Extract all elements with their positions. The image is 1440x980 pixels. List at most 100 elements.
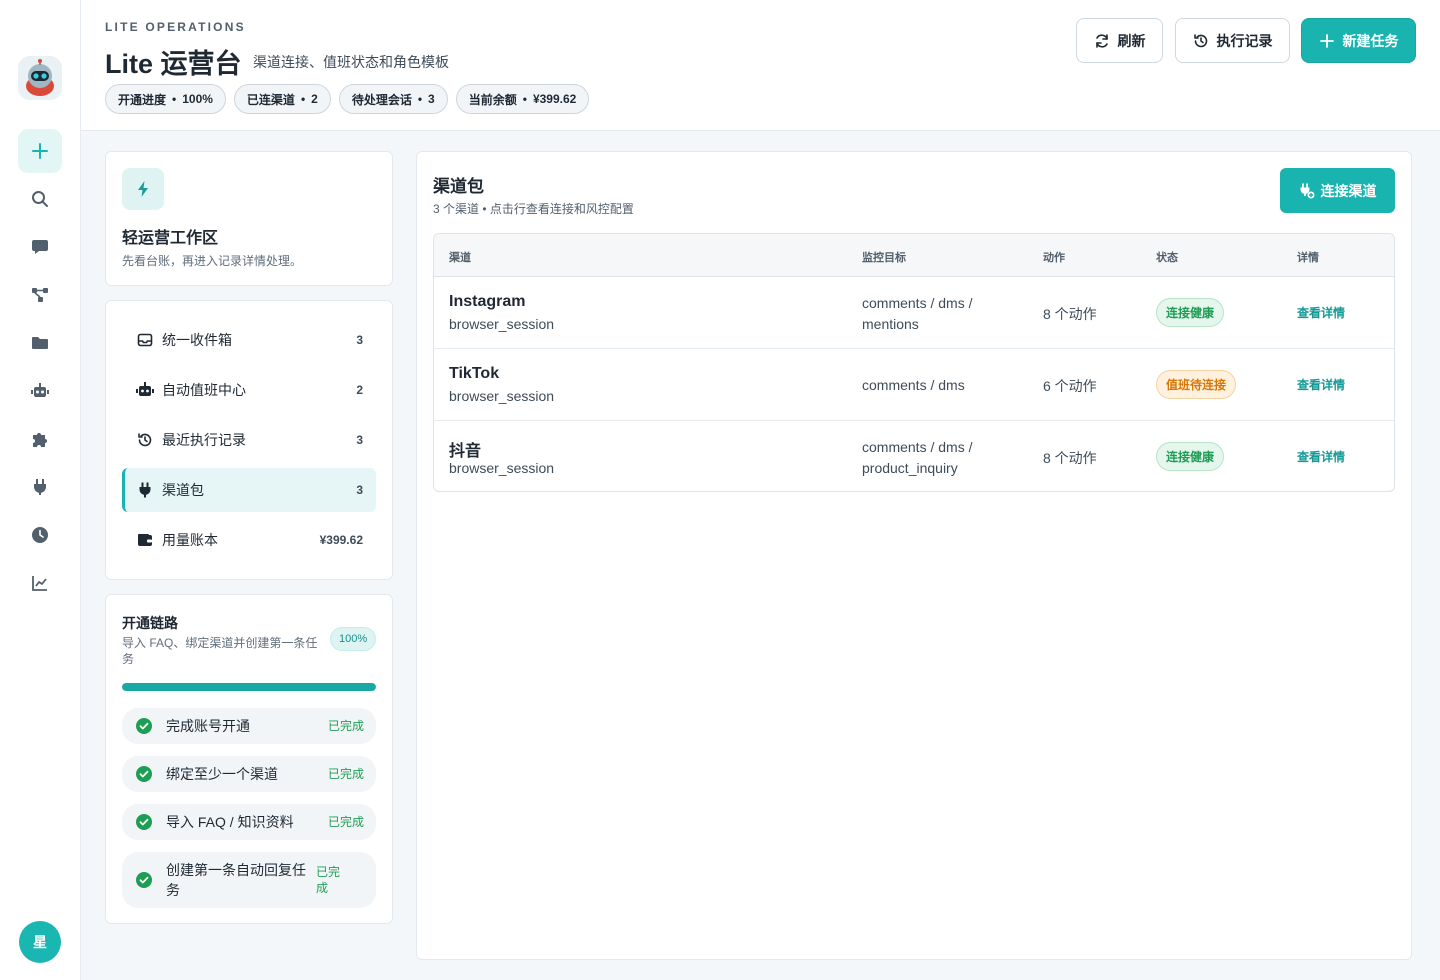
page-header: LITE OPERATIONS Lite 运营台 渠道连接、值班状态和角色模板 … [81, 0, 1440, 131]
channel-actions: 8 个动作 [1043, 450, 1097, 466]
channel-type: browser_session [449, 388, 555, 404]
nav-item-inbox[interactable]: 统一收件箱 3 [122, 318, 376, 362]
check-circle-icon [136, 766, 152, 782]
nav-item-count: 3 [356, 483, 363, 497]
chip-pending: 待处理会话 • 3 [338, 84, 448, 114]
channel-name: TikTok [449, 365, 500, 382]
column-header-target: 监控目标 [862, 252, 906, 264]
step-status: 已完成 [327, 767, 364, 781]
plus-icon [1319, 33, 1334, 48]
column-header-channel: 渠道 [449, 252, 471, 264]
plug-add-icon [1300, 183, 1314, 198]
puzzle-icon[interactable] [18, 417, 62, 461]
panel-subtitle: 3 个渠道 • 点击行查看连接和风控配置 [433, 202, 634, 216]
nav-item-count: 3 [356, 433, 363, 447]
nav-card: 统一收件箱 3 自动值班中心 2 最近执行记录 3 渠道包 3 用量账本 ¥39… [105, 300, 393, 580]
column-header-actions: 动作 [1043, 252, 1065, 264]
chart-icon[interactable] [18, 561, 62, 605]
check-circle-icon [136, 872, 152, 888]
step-label: 完成账号开通 [166, 718, 250, 734]
nav-item-label: 渠道包 [162, 482, 204, 498]
search-icon[interactable] [18, 177, 62, 221]
connect-channel-button[interactable]: 连接渠道 [1280, 168, 1395, 213]
step-label: 创建第一条自动回复任务 [166, 862, 306, 898]
step-status: 已完成 [327, 815, 364, 829]
plug-icon[interactable] [18, 465, 62, 509]
history-icon [136, 431, 154, 449]
nav-item-label: 自动值班中心 [162, 382, 246, 398]
onboarding-title: 开通链路 [122, 615, 178, 631]
flow-icon[interactable] [18, 273, 62, 317]
avatar[interactable]: 星 [19, 921, 61, 963]
page-title: Lite 运营台 [105, 49, 242, 79]
view-details-link[interactable]: 查看详情 [1297, 376, 1345, 393]
new-task-button[interactable]: 新建任务 [1301, 18, 1416, 63]
robot-logo-icon[interactable] [18, 56, 62, 100]
view-details-link[interactable]: 查看详情 [1297, 448, 1345, 465]
onboarding-card: 开通链路 导入 FAQ、绑定渠道并创建第一条任务 100% 完成账号开通 已完成… [105, 594, 393, 924]
chip-progress: 开通进度 • 100% [105, 84, 226, 114]
nav-item-count: 2 [356, 383, 363, 397]
nav-item-channels[interactable]: 渠道包 3 [122, 468, 376, 512]
folder-icon[interactable] [18, 321, 62, 365]
panel-title: 渠道包 [433, 177, 484, 196]
workspace-subtitle: 先看台账，再进入记录详情处理。 [122, 254, 303, 268]
refresh-icon [1095, 33, 1108, 48]
step-label: 绑定至少一个渠道 [166, 766, 278, 782]
header-kicker: LITE OPERATIONS [105, 20, 246, 34]
status-badge: 值班待连接 [1156, 370, 1237, 399]
bolt-icon [122, 168, 164, 210]
channels-panel: 渠道包 3 个渠道 • 点击行查看连接和风控配置 连接渠道 渠道 监控目标 动作… [416, 151, 1412, 960]
onboarding-step: 创建第一条自动回复任务 已完成 [122, 852, 376, 908]
column-header-status: 状态 [1156, 252, 1178, 264]
onboarding-progress-bar [122, 683, 376, 691]
nav-item-label: 最近执行记录 [162, 432, 246, 448]
page-subtitle: 渠道连接、值班状态和角色模板 [253, 54, 449, 70]
plug-icon [136, 481, 154, 499]
history-icon [1193, 33, 1207, 47]
icon-rail: 星 [0, 0, 81, 980]
chat-icon[interactable] [18, 225, 62, 269]
onboarding-step: 绑定至少一个渠道 已完成 [122, 756, 376, 792]
summary-chips: 开通进度 • 100% 已连渠道 • 2 待处理会话 • 3 当前余额 • ¥399.62 [105, 84, 590, 114]
history-button[interactable]: 执行记录 [1175, 18, 1290, 63]
channel-name: Instagram [449, 293, 526, 310]
onboarding-percent-badge: 100% [330, 627, 377, 651]
nav-item-label: 统一收件箱 [162, 332, 232, 348]
check-circle-icon [136, 718, 152, 734]
nav-item-usage[interactable]: 用量账本 ¥399.62 [122, 518, 376, 562]
check-circle-icon [136, 814, 152, 830]
plus-icon[interactable] [18, 129, 62, 173]
table-row[interactable]: TikTok browser_session comments / dms 6 … [434, 349, 1394, 421]
view-details-link[interactable]: 查看详情 [1297, 304, 1345, 321]
channels-table: 渠道 监控目标 动作 状态 详情 Instagram browser_sessi… [433, 233, 1395, 492]
bot-icon[interactable] [18, 369, 62, 413]
workspace-title: 轻运营工作区 [122, 230, 219, 247]
progress-fill [122, 683, 376, 691]
table-row[interactable]: Instagram browser_session comments / dms… [434, 277, 1394, 349]
refresh-button[interactable]: 刷新 [1076, 18, 1163, 63]
channel-target: comments / dms / mentions [862, 295, 973, 332]
nav-item-history[interactable]: 最近执行记录 3 [122, 418, 376, 462]
column-header-details: 详情 [1297, 252, 1319, 264]
channel-actions: 6 个动作 [1043, 378, 1097, 394]
chip-balance: 当前余额 • ¥399.62 [455, 84, 590, 114]
nav-item-autoduty[interactable]: 自动值班中心 2 [122, 368, 376, 412]
step-status: 已完成 [327, 719, 364, 733]
onboarding-subtitle: 导入 FAQ、绑定渠道并创建第一条任务 [122, 636, 318, 666]
status-badge: 连接健康 [1156, 442, 1225, 471]
workspace-card: 轻运营工作区 先看台账，再进入记录详情处理。 [105, 151, 393, 286]
table-row[interactable]: 抖音 browser_session comments / dms / prod… [434, 421, 1394, 491]
nav-item-count: ¥399.62 [319, 533, 363, 547]
clock-icon[interactable] [18, 513, 62, 557]
nav-item-label: 用量账本 [162, 532, 218, 548]
channel-target: comments / dms / product_inquiry [862, 439, 973, 476]
chip-channels: 已连渠道 • 2 [233, 84, 331, 114]
channel-type: browser_session [449, 316, 555, 332]
onboarding-step: 完成账号开通 已完成 [122, 708, 376, 744]
inbox-icon [136, 331, 154, 349]
nav-item-count: 3 [356, 333, 363, 347]
status-badge: 连接健康 [1156, 298, 1225, 327]
robot-icon [136, 381, 154, 399]
wallet-icon [136, 531, 154, 549]
